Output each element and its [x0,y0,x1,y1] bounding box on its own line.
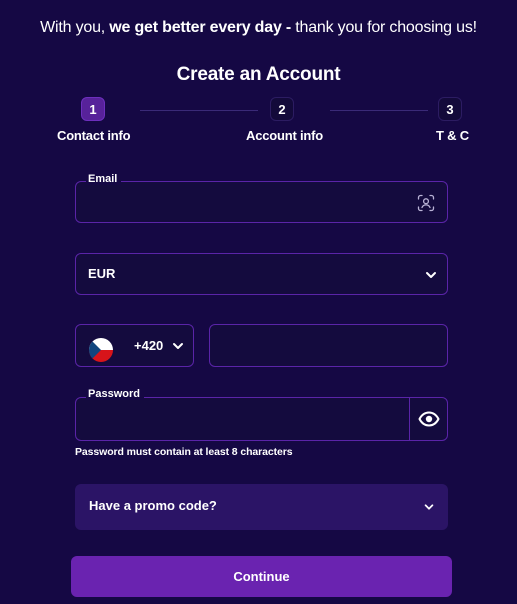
step-2-number[interactable]: 2 [270,97,294,121]
chevron-down-icon [423,500,435,518]
continue-button[interactable]: Continue [71,556,452,597]
currency-select[interactable]: EUR [75,253,448,295]
step-connector-1 [140,110,258,111]
promo-code-toggle[interactable]: Have a promo code? [75,484,448,530]
step-3-number[interactable]: 3 [438,97,462,121]
tagline-suffix: thank you for choosing us! [291,19,477,36]
eye-icon[interactable] [418,409,440,429]
password-field[interactable] [75,397,448,441]
country-code-select[interactable]: +420 [75,324,194,367]
password-hint: Password must contain at least 8 charact… [75,446,293,458]
step-1-label: Contact info [57,128,131,143]
currency-value: EUR [88,266,116,281]
tagline: With you, we get better every day - than… [0,19,517,37]
step-1-number[interactable]: 1 [81,97,105,121]
chevron-down-icon [171,339,185,358]
password-label: Password [86,388,144,400]
dial-code: +420 [134,338,164,353]
email-label: Email [86,173,122,185]
face-scan-icon[interactable] [416,193,436,213]
step-3-label: T & C [436,128,469,143]
step-2-label: Account info [246,128,324,143]
page-title: Create an Account [176,64,341,85]
chevron-down-icon [424,268,438,287]
tagline-prefix: With you, [40,19,110,36]
czech-flag-icon [89,338,113,362]
promo-code-label: Have a promo code? [89,498,217,513]
phone-number-input[interactable] [209,324,448,367]
email-field[interactable] [75,181,448,223]
tagline-bold: we get better every day - [109,19,292,36]
step-connector-2 [330,110,428,111]
password-divider [409,398,410,440]
